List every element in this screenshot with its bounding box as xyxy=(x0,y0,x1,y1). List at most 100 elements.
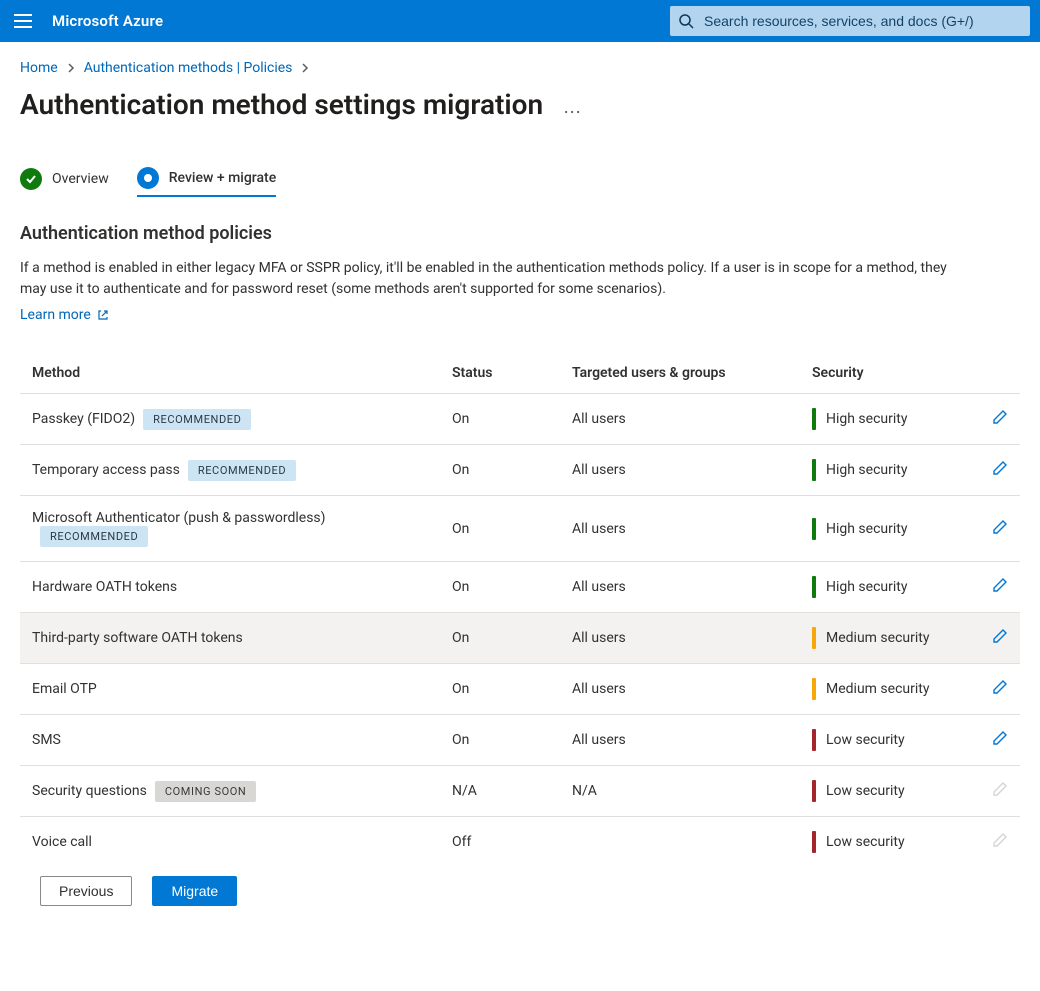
learn-more-link[interactable]: Learn more xyxy=(20,307,109,323)
security-level-indicator xyxy=(812,518,816,540)
security-label: High security xyxy=(826,462,907,478)
targeted-cell: All users xyxy=(560,715,800,766)
security-level-indicator xyxy=(812,408,816,430)
security-level-indicator xyxy=(812,627,816,649)
method-name: Microsoft Authenticator (push & password… xyxy=(32,510,326,526)
security-label: Medium security xyxy=(826,681,929,697)
security-level-indicator xyxy=(812,780,816,802)
status-cell: N/A xyxy=(440,766,560,817)
col-targeted: Targeted users & groups xyxy=(560,353,800,394)
targeted-cell xyxy=(560,817,800,868)
recommended-badge: RECOMMENDED xyxy=(40,526,148,547)
previous-button[interactable]: Previous xyxy=(40,876,132,906)
page-title: Authentication method settings migration xyxy=(20,88,543,121)
breadcrumb-policies[interactable]: Authentication methods | Policies xyxy=(84,60,293,76)
table-row[interactable]: Security questions COMING SOON N/AN/A Low s… xyxy=(20,766,1020,817)
status-cell: On xyxy=(440,562,560,613)
edit-icon[interactable] xyxy=(992,577,1008,593)
wizard-footer: Previous Migrate xyxy=(0,863,1040,926)
col-status: Status xyxy=(440,353,560,394)
status-cell: On xyxy=(440,496,560,562)
status-cell: On xyxy=(440,394,560,445)
hamburger-menu-icon[interactable] xyxy=(10,8,36,34)
status-cell: On xyxy=(440,715,560,766)
targeted-cell: All users xyxy=(560,613,800,664)
edit-icon[interactable] xyxy=(992,730,1008,746)
method-name: Voice call xyxy=(32,834,92,850)
security-label: Low security xyxy=(826,834,905,850)
security-label: High security xyxy=(826,579,907,595)
security-level-indicator xyxy=(812,678,816,700)
chevron-right-icon xyxy=(300,63,310,73)
methods-table: Method Status Targeted users & groups Se… xyxy=(20,353,1020,867)
edit-icon[interactable] xyxy=(992,460,1008,476)
edit-icon xyxy=(992,832,1008,848)
targeted-cell: All users xyxy=(560,664,800,715)
table-row[interactable]: Microsoft Authenticator (push & password… xyxy=(20,496,1020,562)
method-name: Passkey (FIDO2) xyxy=(32,411,135,427)
table-row[interactable]: Third-party software OATH tokens OnAll us… xyxy=(20,613,1020,664)
method-name: Temporary access pass xyxy=(32,462,180,478)
method-name: Email OTP xyxy=(32,681,97,697)
breadcrumb-home[interactable]: Home xyxy=(20,60,58,76)
step-overview-label: Overview xyxy=(52,171,109,187)
step-review-migrate[interactable]: Review + migrate xyxy=(137,167,276,197)
edit-icon xyxy=(992,781,1008,797)
table-row[interactable]: Temporary access pass RECOMMENDED OnAll us… xyxy=(20,445,1020,496)
security-label: Medium security xyxy=(826,630,929,646)
edit-icon[interactable] xyxy=(992,409,1008,425)
method-name: Third-party software OATH tokens xyxy=(32,630,243,646)
security-label: Low security xyxy=(826,732,905,748)
current-step-dot-icon xyxy=(137,167,159,189)
learn-more-label: Learn more xyxy=(20,307,91,323)
chevron-right-icon xyxy=(66,63,76,73)
more-actions-button[interactable]: ⋯ xyxy=(563,102,583,127)
check-circle-icon xyxy=(20,168,42,190)
section-description: If a method is enabled in either legacy … xyxy=(20,258,950,300)
status-cell: On xyxy=(440,664,560,715)
status-cell: Off xyxy=(440,817,560,868)
security-level-indicator xyxy=(812,729,816,751)
security-label: High security xyxy=(826,521,907,537)
status-cell: On xyxy=(440,613,560,664)
table-row[interactable]: Email OTP OnAll users Medium security xyxy=(20,664,1020,715)
recommended-badge: RECOMMENDED xyxy=(188,460,296,481)
targeted-cell: N/A xyxy=(560,766,800,817)
coming-soon-badge: COMING SOON xyxy=(155,781,257,802)
edit-icon[interactable] xyxy=(992,679,1008,695)
method-name: Security questions xyxy=(32,783,147,799)
step-review-label: Review + migrate xyxy=(169,170,276,186)
security-level-indicator xyxy=(812,459,816,481)
edit-icon[interactable] xyxy=(992,519,1008,535)
table-row[interactable]: SMS OnAll users Low security xyxy=(20,715,1020,766)
method-name: SMS xyxy=(32,732,61,748)
migrate-button[interactable]: Migrate xyxy=(152,876,237,906)
table-row[interactable]: Passkey (FIDO2) RECOMMENDED OnAll users Hig… xyxy=(20,394,1020,445)
col-method: Method xyxy=(20,353,440,394)
recommended-badge: RECOMMENDED xyxy=(143,409,251,430)
security-level-indicator xyxy=(812,831,816,853)
targeted-cell: All users xyxy=(560,562,800,613)
search-icon xyxy=(678,13,694,29)
wizard-steps: Overview Review + migrate xyxy=(20,167,1020,197)
global-search[interactable] xyxy=(670,6,1030,36)
targeted-cell: All users xyxy=(560,445,800,496)
section-heading: Authentication method policies xyxy=(20,223,1020,244)
security-level-indicator xyxy=(812,576,816,598)
targeted-cell: All users xyxy=(560,394,800,445)
targeted-cell: All users xyxy=(560,496,800,562)
method-name: Hardware OATH tokens xyxy=(32,579,177,595)
table-row[interactable]: Voice call Off Low security xyxy=(20,817,1020,868)
step-overview[interactable]: Overview xyxy=(20,168,109,196)
edit-icon[interactable] xyxy=(992,628,1008,644)
col-security: Security xyxy=(800,353,980,394)
breadcrumb: Home Authentication methods | Policies xyxy=(20,60,1020,76)
status-cell: On xyxy=(440,445,560,496)
table-row[interactable]: Hardware OATH tokens OnAll users High secu… xyxy=(20,562,1020,613)
security-label: High security xyxy=(826,411,907,427)
global-search-input[interactable] xyxy=(702,6,1030,36)
top-bar: Microsoft Azure xyxy=(0,0,1040,42)
external-link-icon xyxy=(97,309,109,321)
security-label: Low security xyxy=(826,783,905,799)
brand-label[interactable]: Microsoft Azure xyxy=(52,12,163,30)
